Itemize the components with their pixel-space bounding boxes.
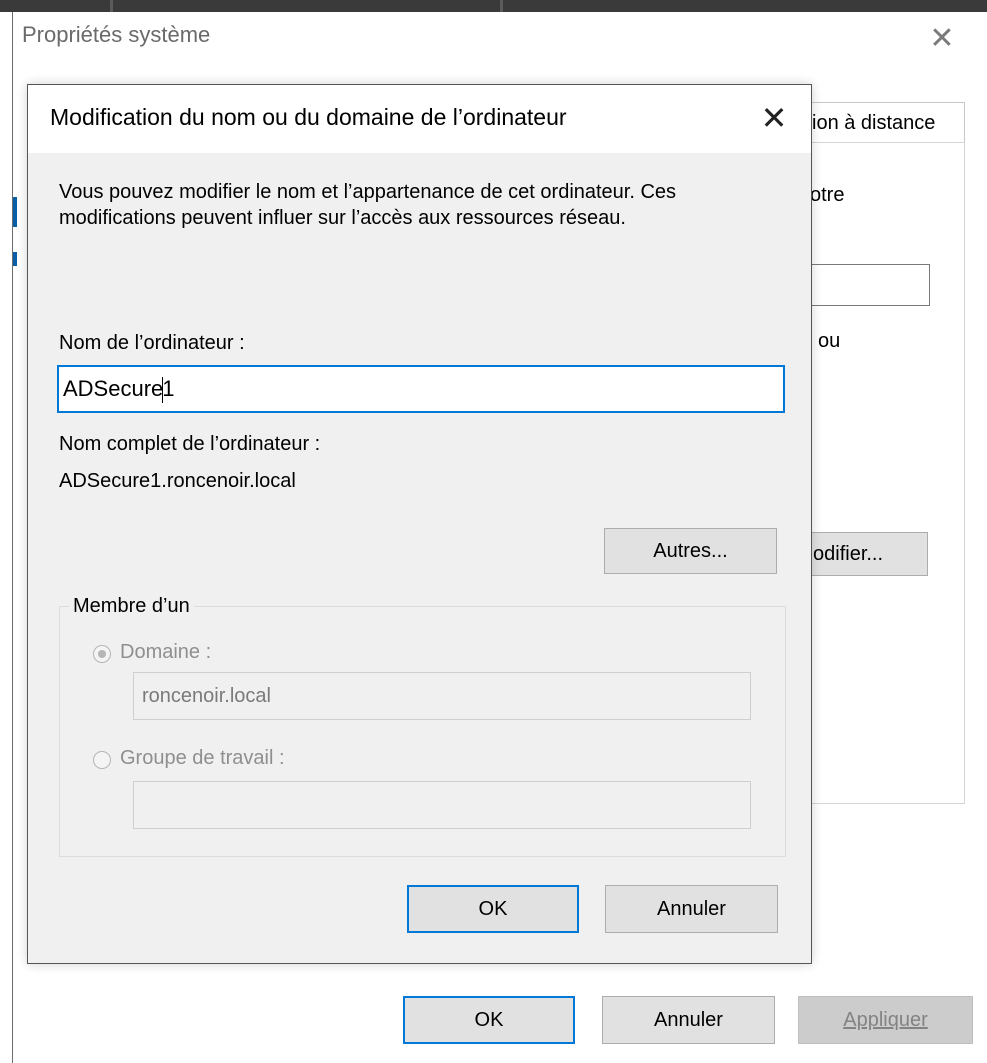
parent-ok-button[interactable]: OK: [403, 996, 575, 1044]
computer-description-input[interactable]: [808, 264, 930, 306]
member-of-legend: Membre d’un: [69, 595, 194, 618]
computer-name-value: ADSecure: [63, 376, 164, 401]
parent-panel-text: otre: [810, 184, 845, 206]
dialog-close-icon[interactable]: ✕: [754, 99, 794, 139]
workgroup-radio[interactable]: [93, 751, 111, 769]
background-window-edge: [13, 252, 17, 266]
background-window-edge: [13, 197, 17, 227]
tab-remote[interactable]: ion à distance: [805, 102, 965, 142]
full-name-value: ADSecure1.roncenoir.local: [59, 470, 296, 492]
computer-name-label: Nom de l’ordinateur :: [59, 332, 245, 354]
dialog-ok-button[interactable]: OK: [407, 885, 579, 933]
parent-panel-text: ou: [818, 330, 841, 352]
dialog-titlebar: Modification du nom ou du domaine de l’o…: [28, 85, 811, 153]
domain-label: Domaine :: [120, 641, 212, 663]
apply-label: Appliquer: [843, 1009, 928, 1031]
system-properties-title: Propriétés système: [22, 22, 211, 47]
computer-name-input[interactable]: ADSecure1: [57, 365, 785, 413]
workgroup-input[interactable]: [133, 781, 751, 829]
system-properties-close-icon[interactable]: ✕: [924, 24, 960, 60]
modify-button[interactable]: odifier...: [808, 532, 928, 576]
desktop-background: [0, 0, 987, 12]
more-button[interactable]: Autres...: [604, 528, 777, 574]
dialog-cancel-button[interactable]: Annuler: [605, 885, 778, 933]
dialog-description: Vous pouvez modifier le nom et l’apparte…: [59, 181, 677, 229]
dialog-title: Modification du nom ou du domaine de l’o…: [50, 104, 567, 130]
desktop-divider: [110, 0, 113, 12]
full-name-label: Nom complet de l’ordinateur :: [59, 433, 321, 455]
parent-apply-button[interactable]: Appliquer: [798, 996, 973, 1044]
parent-cancel-button[interactable]: Annuler: [602, 996, 775, 1044]
workgroup-label: Groupe de travail :: [120, 747, 285, 769]
domain-input[interactable]: roncenoir.local: [133, 672, 751, 720]
computer-name-dialog: Modification du nom ou du domaine de l’o…: [27, 84, 812, 964]
desktop-divider: [500, 0, 503, 12]
computer-name-value-tail: 1: [162, 376, 175, 401]
domain-radio[interactable]: [93, 645, 111, 663]
